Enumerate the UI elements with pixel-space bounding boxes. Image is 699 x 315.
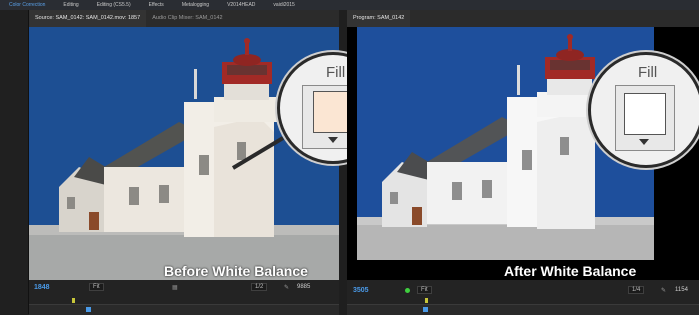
fill-label: Fill bbox=[638, 64, 658, 81]
source-video-frame bbox=[29, 27, 339, 280]
workspace-color-correction[interactable]: Color Correction bbox=[0, 2, 54, 8]
fill-magnifier-after: Fill bbox=[588, 52, 699, 168]
wrench-icon[interactable]: ✎ bbox=[284, 284, 289, 291]
source-resolution-select[interactable]: 1/2 bbox=[251, 283, 268, 291]
source-fit-select[interactable]: Fit bbox=[89, 283, 104, 291]
source-transport-bar: 1848 Fit ▦ 1/2 ✎ 9885 bbox=[29, 280, 339, 315]
fill-color-swatch[interactable] bbox=[624, 93, 666, 135]
program-playhead[interactable] bbox=[423, 307, 428, 312]
chevron-down-icon[interactable] bbox=[639, 139, 649, 145]
workspace-bar: Color Correction Editing Editing (CS5.5)… bbox=[0, 0, 699, 10]
program-transport-bar: 3505 Fit 1/4 ✎ 1154 bbox=[347, 280, 699, 315]
tab-audio-clip-mixer[interactable]: Audio Clip Mixer: SAM_0142 bbox=[146, 10, 228, 27]
wrench-icon[interactable]: ✎ bbox=[661, 287, 666, 294]
source-in-marker[interactable] bbox=[72, 298, 75, 303]
grid-icon[interactable]: ▦ bbox=[172, 284, 178, 291]
status-dot bbox=[405, 288, 410, 293]
source-duration: 9885 bbox=[297, 284, 311, 290]
program-in-marker[interactable] bbox=[425, 298, 428, 303]
chevron-down-icon[interactable] bbox=[328, 137, 338, 143]
source-time-ruler[interactable] bbox=[29, 304, 339, 315]
program-time-ruler[interactable] bbox=[347, 304, 699, 315]
program-panel-tabs: Program: SAM_0142 bbox=[347, 10, 699, 27]
fill-label: Fill bbox=[326, 64, 346, 81]
program-duration: 1154 bbox=[675, 287, 688, 293]
program-timecode[interactable]: 3505 bbox=[353, 287, 369, 294]
source-playhead[interactable] bbox=[86, 307, 91, 312]
workspace-editing[interactable]: Editing bbox=[54, 2, 87, 8]
lighthouse-image-before bbox=[29, 27, 339, 280]
tab-source[interactable]: Source: SAM_0142: SAM_0142.mov: 1857 bbox=[29, 10, 147, 27]
workspace-editing-cs55[interactable]: Editing (CS5.5) bbox=[88, 2, 140, 8]
caption-before: Before White Balance bbox=[164, 263, 308, 279]
tab-program[interactable]: Program: SAM_0142 bbox=[347, 10, 411, 27]
workspace-vaidi2015[interactable]: vaidi2015 bbox=[264, 2, 303, 8]
workspace-v2014head[interactable]: V2014HEAD bbox=[218, 2, 264, 8]
workspace-metalogging[interactable]: Metalogging bbox=[173, 2, 218, 8]
source-panel-tabs: Source: SAM_0142: SAM_0142.mov: 1857 Aud… bbox=[29, 10, 339, 27]
source-timecode[interactable]: 1848 bbox=[34, 284, 50, 291]
program-fit-select[interactable]: Fit bbox=[417, 286, 432, 294]
workspace-effects[interactable]: Effects bbox=[140, 2, 173, 8]
program-resolution-select[interactable]: 1/4 bbox=[628, 286, 645, 294]
left-panel-strip bbox=[0, 10, 29, 314]
caption-after: After White Balance bbox=[504, 263, 637, 279]
